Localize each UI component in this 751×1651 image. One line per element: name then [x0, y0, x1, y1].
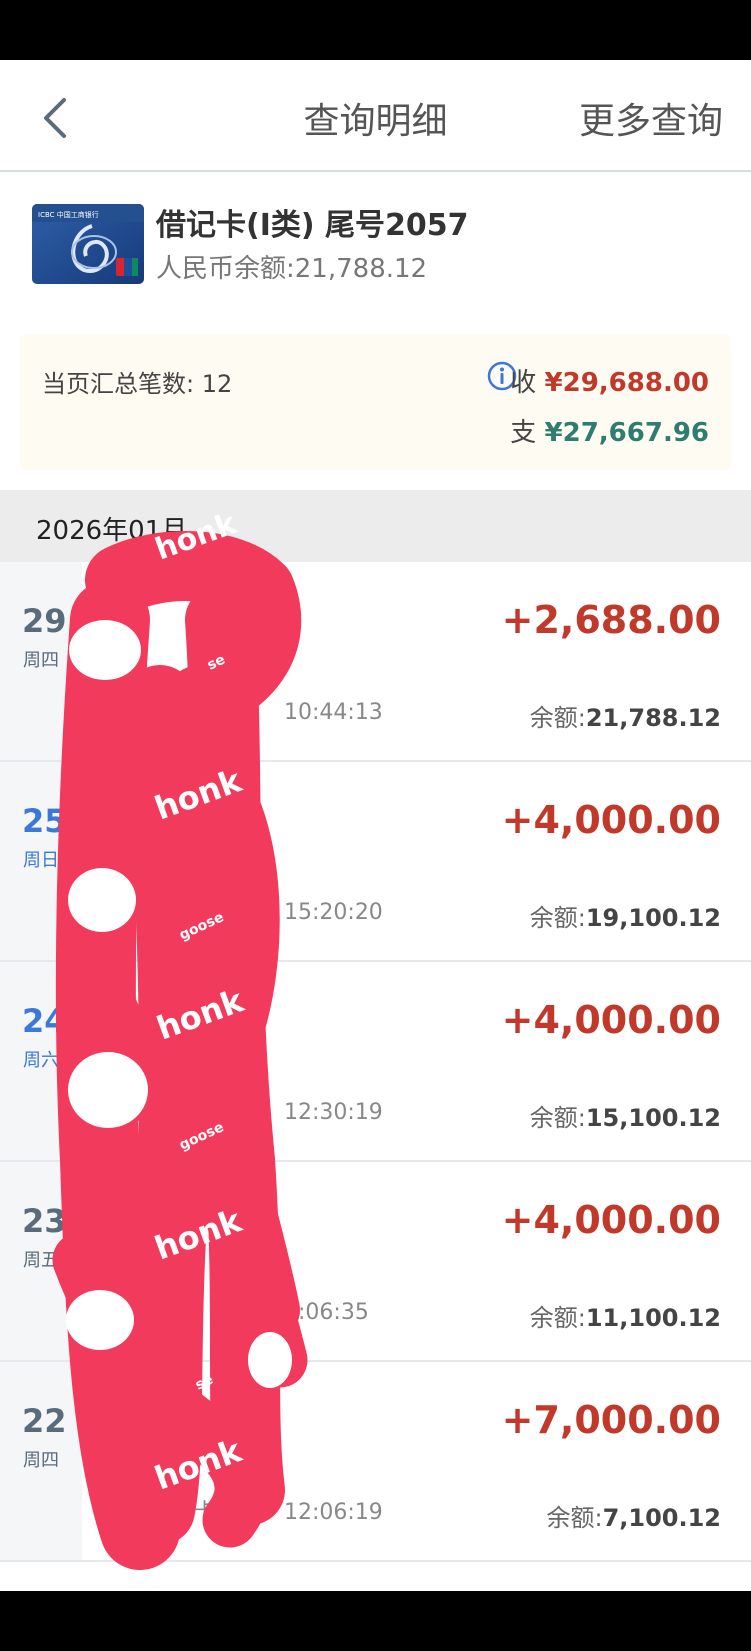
- more-query-button[interactable]: 更多查询: [579, 92, 723, 144]
- day-number: 24: [22, 1002, 67, 1040]
- day-number: 22: [22, 1402, 67, 1440]
- balance-value: 11,100.12: [585, 1304, 721, 1332]
- transaction-time: 9:06:35: [284, 1300, 369, 1325]
- balance-label: 余额:: [546, 1504, 603, 1532]
- account-fragment: 工: [104, 900, 127, 925]
- description-fragment: 亍: [146, 1206, 170, 1234]
- weekday: 周四: [23, 1450, 59, 1471]
- expense-amount: ¥27,667.96: [544, 418, 709, 448]
- summary-panel: 当页汇总笔数: 12 收 ¥29,688.00 支 ¥27,667.96: [20, 334, 731, 470]
- date-column: 25 周日: [0, 762, 82, 960]
- counterparty-fragment: */: [104, 846, 123, 871]
- description-fragment: 他: [104, 806, 128, 834]
- transaction-amount: +2,688.00: [501, 598, 721, 642]
- transaction-row[interactable]: 24 周六 他 费 借 +4,000.00 12:30:19 余额:15,100…: [0, 962, 751, 1162]
- transaction-amount: +7,000.00: [501, 1398, 721, 1442]
- transaction-balance: 余额:19,100.12: [530, 898, 721, 933]
- day-number: 29: [22, 602, 67, 640]
- summary-count: 当页汇总笔数: 12: [42, 370, 233, 398]
- account-fragment: 记卡: [170, 700, 215, 725]
- weekday: 周六: [23, 1050, 59, 1071]
- nav-bar: 查询明细 更多查询: [0, 60, 751, 172]
- expense-label: 支: [510, 418, 537, 448]
- date-column: 23 周五: [0, 1162, 82, 1360]
- counterparty-fragment: 费: [146, 1052, 169, 1077]
- transaction-row[interactable]: 23 周五 亍 慧 5 +4,000.00 9:06:35 余额:11,100.…: [0, 1162, 751, 1362]
- transaction-time: 10:44:13: [284, 700, 383, 725]
- income-label: 收: [510, 368, 537, 398]
- date-column: 22 周四: [0, 1362, 82, 1560]
- description-fragment: 他: [104, 1406, 128, 1434]
- card-balance: 人民币余额:21,788.12: [156, 254, 428, 284]
- month-header: 2026年01月: [0, 490, 751, 562]
- summary-expense: 支 ¥27,667.96: [510, 412, 709, 449]
- card-info: ICBC 中国工商银行 借记卡(I类) 尾号2057 人民币余额:21,788.…: [0, 172, 751, 322]
- transaction-row[interactable]: 29 周四 、 记卡 +2,688.00 10:44:13 余额:21,788.…: [0, 562, 751, 762]
- transaction-row[interactable]: 22 周四 他 入 记卡20 +7,000.00 12:06:19 余额:7,1…: [0, 1362, 751, 1562]
- transaction-amount: +4,000.00: [501, 798, 721, 842]
- description-fragment: 、: [190, 608, 214, 636]
- transaction-balance: 余额:7,100.12: [546, 1498, 721, 1533]
- description-fragment-2: 入: [196, 1406, 220, 1434]
- transaction-time: 12:30:19: [284, 1100, 383, 1125]
- weekday: 周五: [23, 1250, 59, 1271]
- day-number: 23: [22, 1202, 67, 1240]
- balance-label: 余额:: [529, 1304, 586, 1332]
- balance-label: 余额:: [529, 1104, 586, 1132]
- transaction-balance: 余额:15,100.12: [530, 1098, 721, 1133]
- transaction-row[interactable]: 25 周日 他 */ 工 +4,000.00 15:20:20 余额:19,10…: [0, 762, 751, 962]
- screen: 查询明细 更多查询 ICBC 中国工商银行 借记卡(I类) 尾号2057 人民币…: [0, 60, 751, 1591]
- balance-value: 21,788.12: [585, 704, 721, 732]
- account-fragment: 记卡20: [172, 1500, 244, 1525]
- transaction-amount: +4,000.00: [501, 998, 721, 1042]
- income-amount: ¥29,688.00: [544, 368, 709, 398]
- date-column: 29 周四: [0, 562, 82, 760]
- date-column: 24 周六: [0, 962, 82, 1160]
- balance-value: 7,100.12: [602, 1504, 721, 1532]
- summary-income: 收 ¥29,688.00: [510, 362, 709, 399]
- month-label: 2026年01月: [36, 516, 188, 546]
- counterparty-fragment: 慧: [146, 1252, 169, 1277]
- balance-value: 19,100.12: [585, 904, 721, 932]
- transaction-time: 15:20:20: [284, 900, 383, 925]
- balance-label: 余额:: [529, 904, 586, 932]
- description-fragment: 他: [104, 1006, 128, 1034]
- account-fragment: 5: [258, 1294, 272, 1319]
- transaction-balance: 余额:21,788.12: [530, 698, 721, 733]
- card-name: 借记卡(I类) 尾号2057: [156, 208, 469, 243]
- bank-card-image: ICBC 中国工商银行: [32, 204, 144, 284]
- weekday: 周四: [23, 650, 59, 671]
- account-fragment: 借: [160, 1100, 183, 1125]
- transaction-time: 12:06:19: [284, 1500, 383, 1525]
- day-number: 25: [22, 802, 67, 840]
- weekday: 周日: [23, 850, 59, 871]
- card-logo-text: ICBC 中国工商银行: [38, 210, 99, 219]
- balance-value: 15,100.12: [585, 1104, 721, 1132]
- transaction-amount: +4,000.00: [501, 1198, 721, 1242]
- balance-label: 余额:: [529, 704, 586, 732]
- transaction-list: 29 周四 、 记卡 +2,688.00 10:44:13 余额:21,788.…: [0, 562, 751, 1562]
- transaction-balance: 余额:11,100.12: [530, 1298, 721, 1333]
